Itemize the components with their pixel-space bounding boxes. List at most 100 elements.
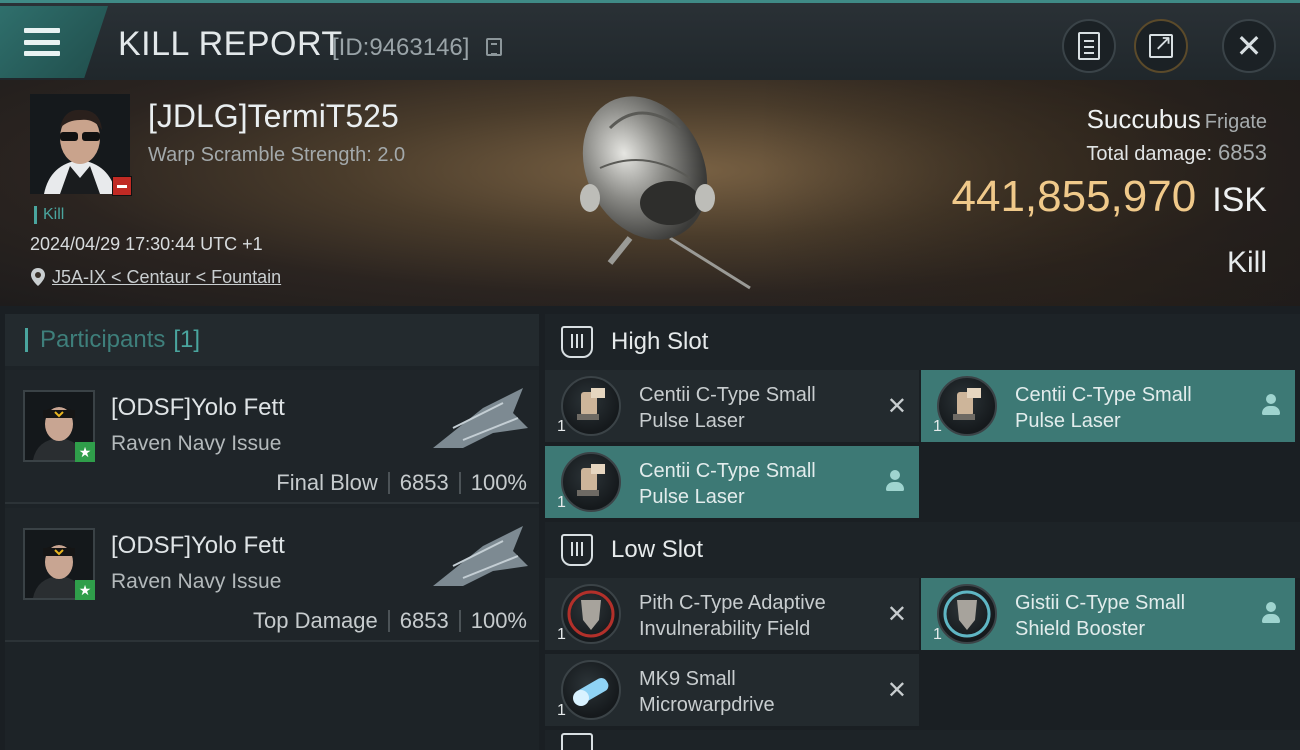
clipboard-button[interactable] [1062,19,1116,73]
module-quantity: 1 [557,626,566,643]
participant-stats: Final Blow 6853 100% [276,470,527,496]
module-name: Centii C-Type Small Pulse Laser [639,382,879,434]
shield-booster-icon [937,584,997,644]
module-name: Centii C-Type Small Pulse Laser [639,458,879,510]
isk-amount: 441,855,970 [951,172,1197,221]
participant-role: Final Blow [276,470,378,495]
participant-name[interactable]: [ODSF]Yolo Fett [111,394,285,422]
high-slot-icon [561,326,593,358]
share-icon [1149,30,1173,58]
low-slot-icon [561,534,593,566]
victim-name[interactable]: [JDLG]TermiT525 [148,98,399,135]
low-slot-label: Low Slot [611,536,704,563]
mid-slot-icon [561,733,593,750]
total-damage-label: Total damage: [1086,143,1213,165]
high-slot-label: High Slot [611,328,709,355]
module-slot[interactable]: 1 Gistii C-Type Small Shield Booster [921,578,1295,650]
remove-icon[interactable]: ✕ [887,392,907,421]
victim-banner: [JDLG]TermiT525 Warp Scramble Strength: … [0,80,1300,306]
invulnerability-field-icon [561,584,621,644]
module-slot[interactable]: 1 Centii C-Type Small Pulse Laser ✕ [545,370,919,442]
participant-ship: Raven Navy Issue [111,432,282,455]
participant-damage: 6853 [399,470,449,495]
participant-name[interactable]: [ODSF]Yolo Fett [111,532,285,560]
module-name-line2: Invulnerability Field [639,618,811,640]
victim-ship-name[interactable]: Succubus Frigate [1087,104,1267,135]
module-name: Gistii C-Type Small Shield Booster [1015,590,1255,642]
module-name-line1: Pith C-Type Adaptive [639,592,826,614]
microwarpdrive-icon [561,660,621,720]
remove-icon[interactable]: ✕ [887,676,907,705]
user-icon[interactable] [1261,394,1281,416]
module-name-line2: Pulse Laser [639,410,745,432]
isk-unit: ISK [1212,181,1267,219]
participant-damage: 6853 [399,608,449,633]
module-name: Pith C-Type Adaptive Invulnerability Fie… [639,590,879,642]
user-icon[interactable] [885,470,905,492]
participant-percent: 100% [470,470,527,495]
user-icon[interactable] [1261,602,1281,624]
module-name-line1: Centii C-Type Small [1015,384,1192,406]
isk-value: 441,855,970 ISK [952,172,1268,222]
copy-icon[interactable] [486,38,502,56]
low-slot-header: Low Slot [545,522,1300,578]
module-name-line2: Pulse Laser [1015,410,1121,432]
participants-label: Participants [40,326,166,353]
kill-datetime: 2024/04/29 17:30:44 UTC +1 [30,234,263,254]
participants-panel: Participants [1] ★ [ODSF]Yolo Fett Raven… [5,314,539,750]
ship-class-text: Frigate [1204,111,1267,133]
share-button[interactable] [1134,19,1188,73]
remove-icon[interactable]: ✕ [887,600,907,629]
ship-name-text: Succubus [1086,104,1201,134]
module-name-line1: Centii C-Type Small [639,384,816,406]
module-name-line1: Centii C-Type Small [639,460,816,482]
menu-icon [24,28,60,56]
module-slot[interactable]: 1 Pith C-Type Adaptive Invulnerability F… [545,578,919,650]
top-bar: KILL REPORT [ID:9463146] ✕ [0,0,1300,80]
participant-role: Top Damage [253,608,378,633]
module-quantity: 1 [933,626,942,643]
warp-scramble-strength: Warp Scramble Strength: 2.0 [148,144,406,166]
participants-header[interactable]: Participants [1] [5,314,539,366]
pulse-laser-icon [561,376,621,436]
module-quantity: 1 [557,702,566,719]
module-slot[interactable]: 1 Centii C-Type Small Pulse Laser [921,370,1295,442]
participant-stats: Top Damage 6853 100% [253,608,527,634]
participant-row[interactable]: ★ [ODSF]Yolo Fett Raven Navy Issue Top D… [5,508,539,642]
module-name-line2: Shield Booster [1015,618,1146,640]
participant-ship-image [433,388,528,448]
participants-count: [1] [173,326,201,353]
victim-ship-image[interactable] [550,88,760,298]
close-icon: ✕ [1235,28,1263,64]
corp-badge: ★ [75,442,95,462]
participant-ship: Raven Navy Issue [111,570,282,593]
corp-badge: ★ [75,580,95,600]
module-name-line2: Microwarpdrive [639,694,775,716]
participant-row[interactable]: ★ [ODSF]Yolo Fett Raven Navy Issue Final… [5,370,539,504]
module-name-line1: Gistii C-Type Small [1015,592,1186,614]
clipboard-icon [1078,32,1100,60]
next-slot-header [545,730,1300,750]
participant-percent: 100% [470,608,527,633]
module-name-line2: Pulse Laser [639,486,745,508]
result-label: Kill [1226,246,1267,279]
close-button[interactable]: ✕ [1222,19,1276,73]
module-name: Centii C-Type Small Pulse Laser [1015,382,1255,434]
pulse-laser-icon [937,376,997,436]
total-damage-value: 6853 [1218,140,1267,165]
module-slot[interactable]: 1 MK9 Small Microwarpdrive ✕ [545,654,919,726]
module-slot[interactable]: 1 Centii C-Type Small Pulse Laser [545,446,919,518]
pulse-laser-icon [561,452,621,512]
kill-tag: Kill [34,206,64,224]
module-name-line1: MK9 Small [639,668,736,690]
module-name: MK9 Small Microwarpdrive [639,666,879,718]
menu-button[interactable] [0,6,108,78]
status-badge [112,176,132,196]
high-slot-header: High Slot [545,314,1300,370]
module-quantity: 1 [933,418,942,435]
module-quantity: 1 [557,418,566,435]
location-pin-icon [31,268,45,286]
module-quantity: 1 [557,494,566,511]
total-damage: Total damage: 6853 [1086,140,1267,166]
location-link[interactable]: J5A-IX < Centaur < Fountain [52,267,281,288]
